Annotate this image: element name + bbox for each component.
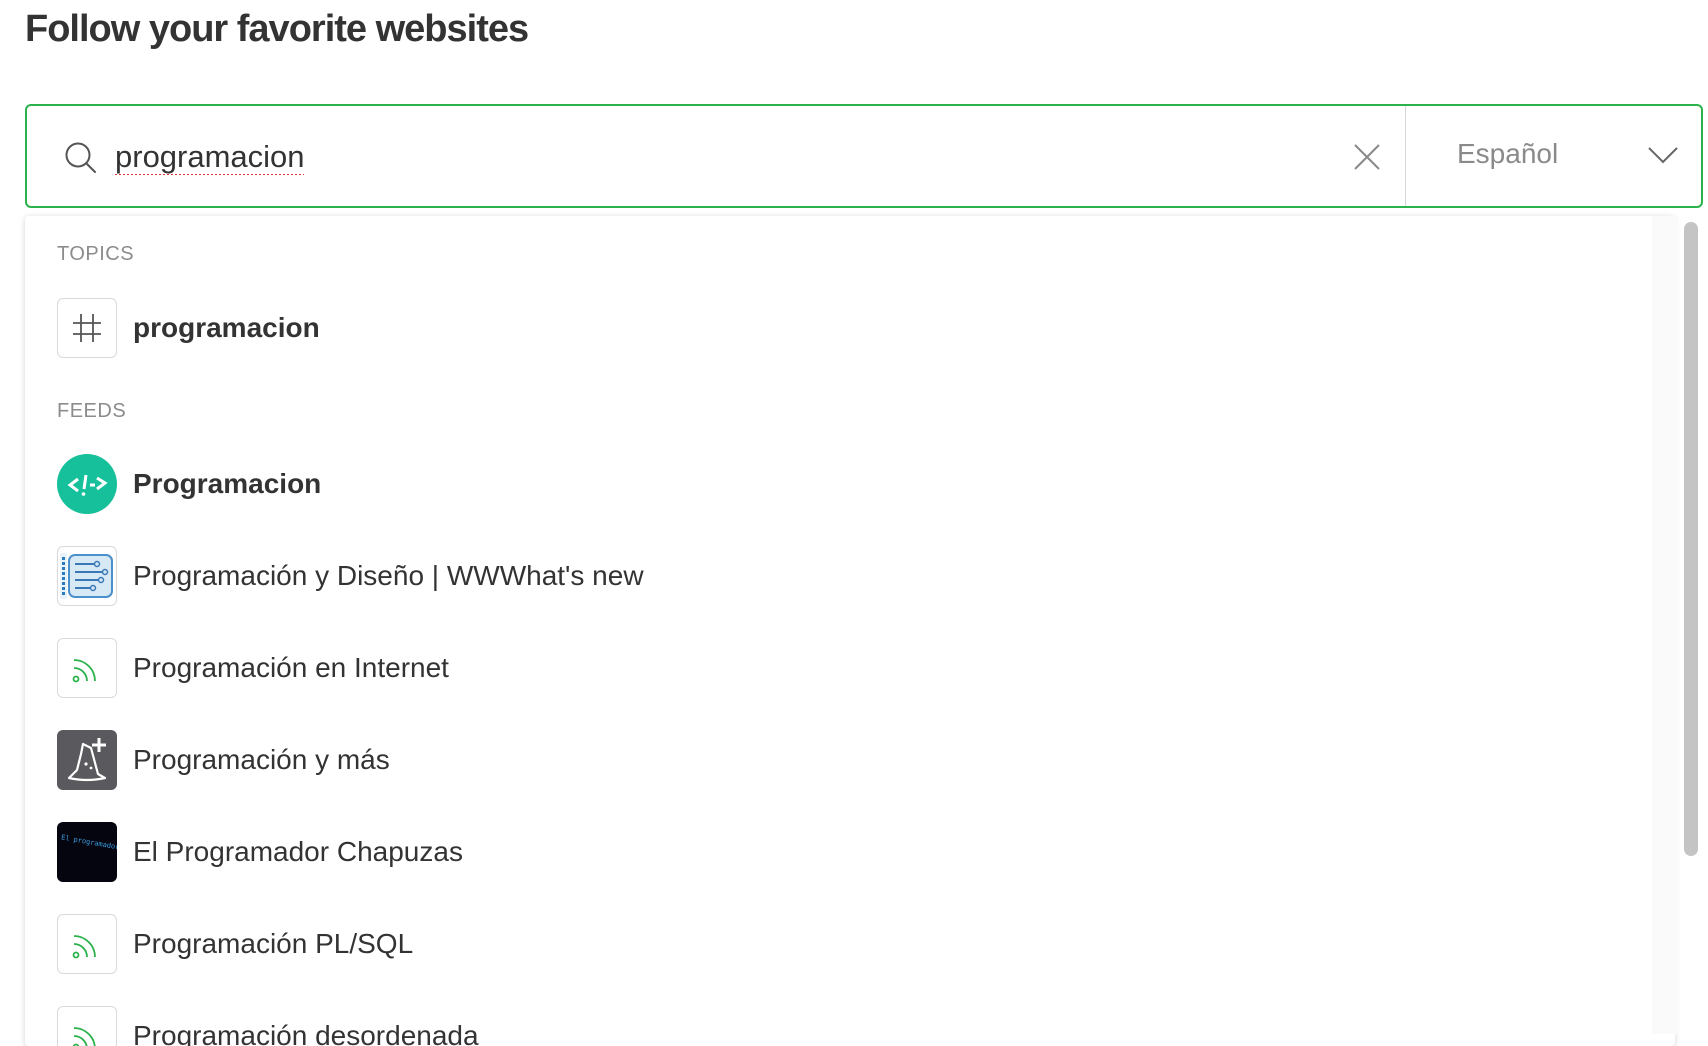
language-select[interactable]: Español [1407, 106, 1703, 206]
close-icon[interactable] [1349, 139, 1385, 175]
search-input[interactable] [115, 132, 1315, 182]
code-logo-icon [57, 454, 117, 514]
search-icon [63, 140, 97, 174]
feed-item-label: El Programador Chapuzas [133, 836, 463, 868]
chevron-down-icon [1646, 142, 1680, 168]
section-label-feeds: FEEDS [57, 400, 126, 423]
chapuzas-logo-icon: El programador Chapuzas [57, 822, 117, 882]
feed-item[interactable]: Programación PL/SQL [57, 914, 1617, 974]
topic-item[interactable]: programacion [57, 298, 1617, 358]
rss-icon [57, 638, 117, 698]
scrollbar-track[interactable] [1652, 216, 1678, 1034]
feed-item-label: Programación y más [133, 744, 390, 776]
feed-item-label: Programación PL/SQL [133, 928, 413, 960]
section-label-topics: TOPICS [57, 243, 134, 266]
rss-icon [57, 1006, 117, 1046]
page-title: Follow your favorite websites [25, 8, 528, 51]
feed-item[interactable]: Programacion [57, 454, 1617, 514]
search-bar: Español [25, 104, 1703, 208]
hashtag-icon [57, 298, 117, 358]
wwwhatsnew-logo-icon [57, 546, 117, 606]
chapuzas-logo-text: El programador Chapuzas [60, 833, 117, 858]
feed-item-label: Programacion [133, 468, 321, 500]
feed-item[interactable]: Programación y más [57, 730, 1617, 790]
scrollbar-thumb[interactable] [1684, 222, 1698, 856]
feed-item[interactable]: Programación y Diseño | WWWhat's new [57, 546, 1617, 606]
divider [1405, 106, 1406, 206]
rss-icon [57, 914, 117, 974]
feed-item-label: Programación desordenada [133, 1020, 479, 1046]
wizard-hat-logo-icon [57, 730, 117, 790]
feed-item-label: Programación y Diseño | WWWhat's new [133, 560, 644, 592]
feed-item[interactable]: Programación en Internet [57, 638, 1617, 698]
search-results-dropdown: TOPICS programacion FEEDS Programacion [25, 216, 1675, 1046]
language-select-value: Español [1457, 138, 1558, 170]
feed-item[interactable]: El programador Chapuzas El Programador C… [57, 822, 1617, 882]
topic-item-label: programacion [133, 312, 320, 344]
feed-item[interactable]: Programación desordenada [57, 1006, 1617, 1046]
feed-item-label: Programación en Internet [133, 652, 449, 684]
